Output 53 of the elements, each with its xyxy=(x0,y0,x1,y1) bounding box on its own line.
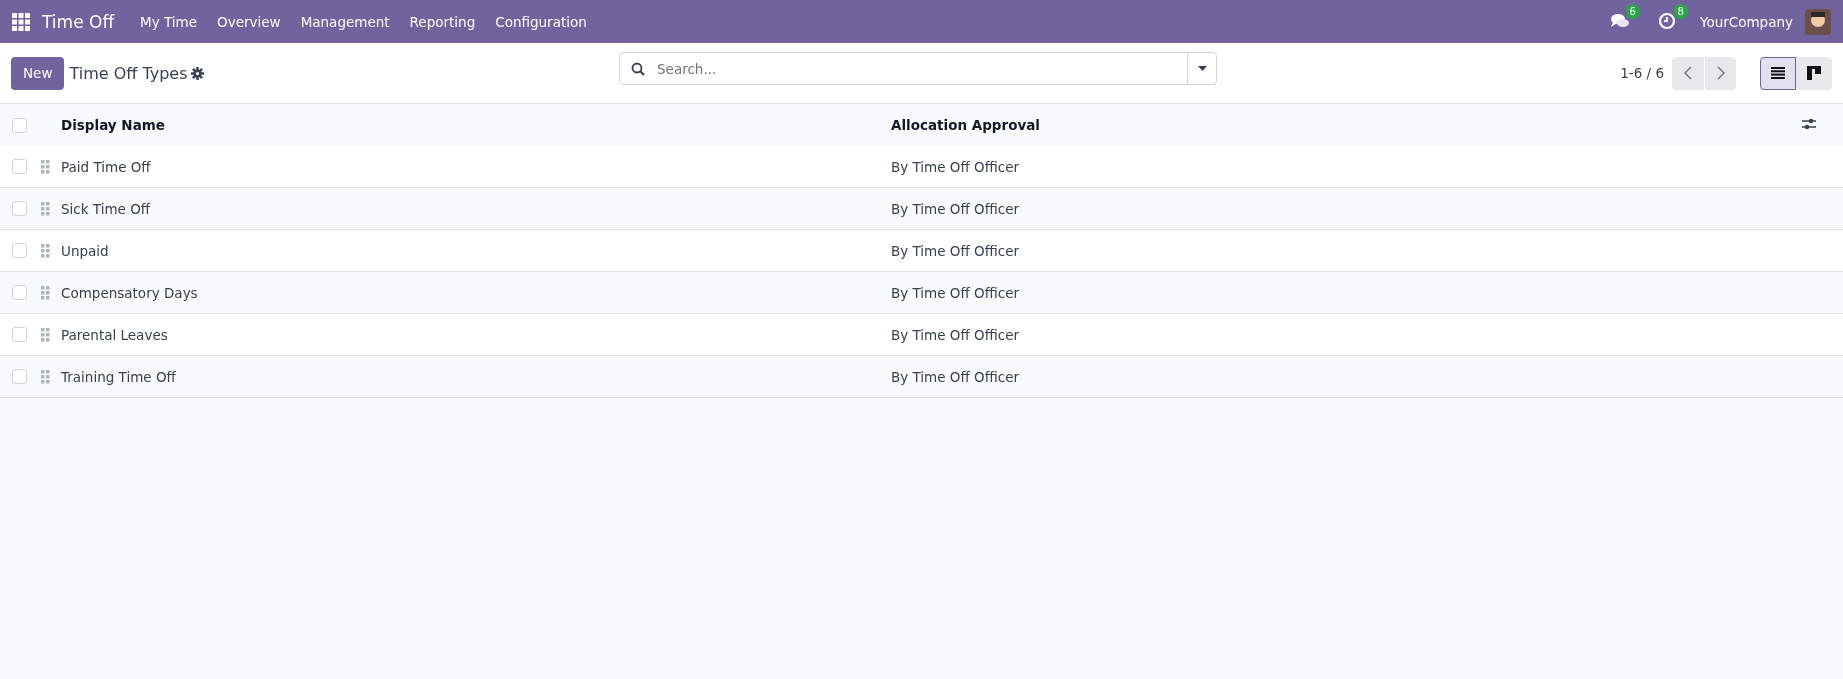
allocation-approval: By Time Off Officer xyxy=(891,158,1020,175)
user-avatar[interactable] xyxy=(1805,8,1831,35)
type-name: Paid Time Off xyxy=(61,158,151,175)
drag-handle-icon[interactable] xyxy=(41,243,51,258)
activity-count-badge: 8 xyxy=(1673,3,1688,19)
select-all-checkbox[interactable] xyxy=(12,117,27,133)
menu-item[interactable]: My Time xyxy=(130,13,208,30)
row-checkbox[interactable] xyxy=(12,159,27,174)
allocation-approval: By Time Off Officer xyxy=(891,368,1020,385)
apps-menu-icon[interactable] xyxy=(12,12,30,31)
drag-handle-icon[interactable] xyxy=(41,285,51,300)
sliders-icon[interactable] xyxy=(1802,118,1816,130)
column-header[interactable]: Allocation Approval xyxy=(891,117,1040,133)
drag-handle-icon[interactable] xyxy=(41,201,51,216)
allocation-approval: By Time Off Officer xyxy=(891,242,1020,259)
row-checkbox[interactable] xyxy=(12,201,27,216)
drag-handle-icon[interactable] xyxy=(41,369,51,384)
clock-icon[interactable] xyxy=(1657,11,1676,30)
kanban-view-icon xyxy=(1807,66,1821,80)
type-name: Sick Time Off xyxy=(61,200,151,217)
view-switch-button[interactable] xyxy=(1760,56,1796,90)
column-header[interactable]: Display Name xyxy=(61,117,165,133)
allocation-approval: By Time Off Officer xyxy=(891,326,1020,343)
app-name[interactable]: Time Off xyxy=(42,11,115,32)
page-title[interactable]: Time Off Types xyxy=(69,63,188,83)
chevron-right-icon xyxy=(1716,66,1725,80)
row-checkbox[interactable] xyxy=(12,327,27,342)
menu-item[interactable]: Management xyxy=(290,13,400,30)
menu-item[interactable]: Overview xyxy=(207,13,291,30)
settings-icon[interactable] xyxy=(191,66,205,80)
type-name: Unpaid xyxy=(61,242,109,259)
row-checkbox[interactable] xyxy=(12,243,27,258)
menu-item[interactable]: Configuration xyxy=(485,13,597,30)
row-checkbox[interactable] xyxy=(12,369,27,384)
chat-icon[interactable] xyxy=(1609,11,1630,30)
menu-item[interactable]: Reporting xyxy=(399,13,486,30)
drag-handle-icon[interactable] xyxy=(41,159,51,174)
row-checkbox[interactable] xyxy=(12,285,27,300)
new-button[interactable]: New xyxy=(11,56,65,90)
chevron-left-icon xyxy=(1684,66,1692,80)
message-count-badge: 6 xyxy=(1625,3,1640,19)
list-view-icon xyxy=(1771,67,1785,79)
drag-handle-icon[interactable] xyxy=(41,327,51,342)
view-switch-button[interactable] xyxy=(1796,56,1832,90)
type-name: Training Time Off xyxy=(61,368,176,385)
company-name[interactable]: YourCompany xyxy=(1699,13,1793,30)
allocation-approval: By Time Off Officer xyxy=(891,284,1020,301)
allocation-approval: By Time Off Officer xyxy=(891,200,1020,217)
type-name: Parental Leaves xyxy=(61,326,168,343)
search-icon xyxy=(631,61,645,76)
pager-value[interactable]: 1-6 / 6 xyxy=(1620,65,1664,81)
type-name: Compensatory Days xyxy=(61,284,198,301)
caret-icon[interactable] xyxy=(1197,66,1207,71)
